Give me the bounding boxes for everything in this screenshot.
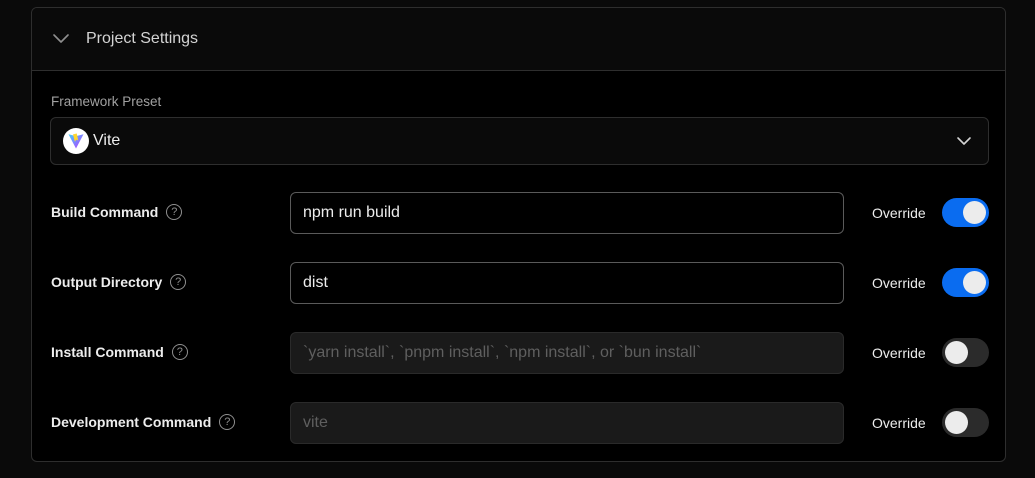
help-icon[interactable]: ?: [170, 274, 187, 290]
build-command-override-toggle[interactable]: [942, 198, 989, 227]
setting-row-install-command: Install Command ? Override: [32, 332, 1005, 374]
development-command-input[interactable]: [290, 402, 844, 444]
output-directory-override-toggle[interactable]: [942, 268, 989, 297]
help-icon[interactable]: ?: [166, 204, 183, 220]
override-label: Override: [872, 205, 926, 221]
development-command-label: Development Command: [51, 414, 212, 430]
project-settings-header[interactable]: Project Settings: [32, 8, 1005, 71]
override-label: Override: [872, 345, 926, 361]
build-command-input[interactable]: [290, 192, 844, 234]
install-command-label: Install Command: [51, 344, 164, 360]
install-command-override-toggle[interactable]: [942, 338, 989, 367]
toggle-knob: [945, 411, 968, 434]
panel-title: Project Settings: [86, 30, 199, 47]
vite-logo-icon: [63, 128, 89, 154]
help-icon[interactable]: ?: [171, 344, 188, 360]
override-label: Override: [872, 415, 926, 431]
override-label: Override: [872, 275, 926, 291]
setting-row-build-command: Build Command ? Override: [32, 192, 1005, 234]
project-settings-panel: Project Settings Framework Preset Vite B…: [31, 7, 1006, 462]
development-command-override-toggle[interactable]: [942, 408, 989, 437]
output-directory-input[interactable]: [290, 262, 844, 304]
help-icon[interactable]: ?: [219, 414, 236, 430]
framework-preset-label: Framework Preset: [51, 94, 162, 109]
toggle-knob: [963, 271, 986, 294]
install-command-input[interactable]: [290, 332, 844, 374]
build-command-label: Build Command: [51, 204, 159, 220]
setting-row-output-directory: Output Directory ? Override: [32, 262, 1005, 304]
toggle-knob: [963, 201, 986, 224]
output-directory-label: Output Directory: [51, 274, 163, 290]
framework-preset-value: Vite: [93, 132, 121, 149]
toggle-knob: [945, 341, 968, 364]
setting-row-development-command: Development Command ? Override: [32, 402, 1005, 444]
chevron-down-icon: [956, 133, 972, 149]
framework-preset-select[interactable]: Vite: [50, 117, 989, 165]
chevron-down-icon[interactable]: [52, 30, 70, 48]
